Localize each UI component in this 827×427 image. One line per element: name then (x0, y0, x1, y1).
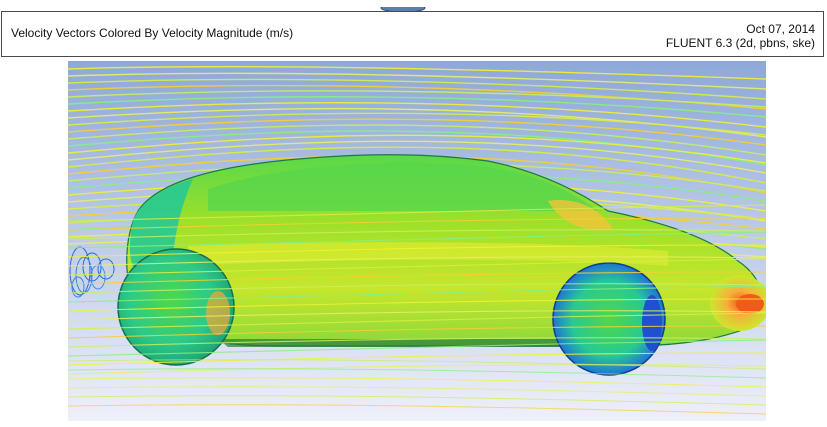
plot-header: Velocity Vectors Colored By Velocity Mag… (1, 11, 824, 57)
solver-version: FLUENT 6.3 (2d, pbns, ske) (665, 36, 815, 50)
plot-metadata: Oct 07, 2014 FLUENT 6.3 (2d, pbns, ske) (666, 22, 815, 50)
plot-title: Velocity Vectors Colored By Velocity Mag… (11, 26, 294, 40)
plot-date: Oct 07, 2014 (746, 22, 815, 36)
logo-mark (378, 0, 428, 13)
flow-scene (68, 61, 766, 421)
front-wheel (552, 262, 666, 376)
flow-visualization-viewport[interactable] (68, 61, 766, 421)
